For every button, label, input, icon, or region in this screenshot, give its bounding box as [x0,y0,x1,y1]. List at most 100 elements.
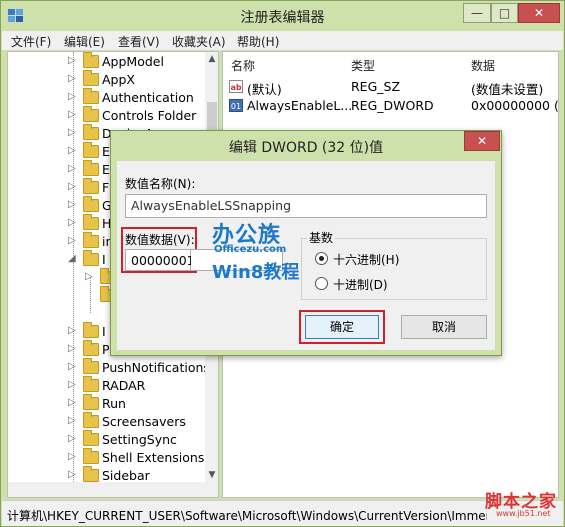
tree-item[interactable]: ▷ Screensavers [8,412,204,431]
value-row[interactable]: ab (默认) REG_SZ (数值未设置) [229,78,558,97]
menu-favorites[interactable]: 收藏夹(A) [172,33,226,50]
expand-icon[interactable]: ▷ [68,325,76,336]
scroll-down-icon[interactable]: ▼ [205,468,218,482]
column-header-data[interactable]: 数据 [471,57,495,74]
tree-item-label: Screensavers [102,414,186,429]
expand-icon[interactable]: ▷ [68,199,76,210]
tree-item-label: PushNotifications [102,360,210,375]
expand-icon[interactable]: ▷ [68,361,76,372]
tree-item[interactable]: ▷ Authentication [8,88,204,107]
value-name-label: 数值名称(N): [125,177,196,191]
cancel-button[interactable]: 取消 [401,315,487,339]
watermark-line2: Officezu.com [214,244,287,255]
site-watermark-url: www.jb51.net [496,509,551,518]
close-icon: ✕ [533,6,545,20]
menu-help[interactable]: 帮助(H) [237,33,279,50]
tree-item-label: Controls Folder [102,108,197,123]
tree-item-label: Authentication [102,90,194,105]
folder-icon [83,52,99,68]
minimize-button[interactable]: — [463,3,491,23]
expand-icon[interactable]: ▷ [68,379,76,390]
maximize-icon: □ [498,6,511,20]
expand-icon[interactable]: ▷ [68,145,76,156]
dialog-close-button[interactable]: ✕ [464,131,500,151]
dialog-title: 编辑 DWORD (32 位)值 [228,140,384,156]
expand-icon[interactable]: ▷ [68,73,76,84]
title-bar[interactable]: 注册表编辑器 — □ ✕ [1,1,564,31]
value-data: (数值未设置) [471,82,544,97]
expand-icon[interactable]: ▷ [68,217,76,228]
expand-icon[interactable]: ▷ [68,91,76,102]
folder-icon [83,394,99,410]
expand-icon[interactable]: ▷ [68,235,76,246]
expand-icon[interactable]: ▷ [68,433,76,444]
tree-item-label: P [102,342,110,357]
tree-item[interactable]: ▷ Shell Extensions [8,448,205,467]
menu-edit[interactable]: 编辑(E) [64,33,105,50]
value-data: 0x00000000 (0) [471,98,559,113]
expand-icon[interactable]: ▷ [68,109,76,120]
expand-icon[interactable]: ▷ [85,271,93,282]
hex-radio[interactable] [315,252,328,265]
value-name-field[interactable]: AlwaysEnableLSSnapping [125,194,487,218]
base-group [301,238,487,300]
officezu-watermark: 办公族 Officezu.com Win8教程 [212,217,302,287]
folder-icon [83,124,99,140]
menu-bar: 文件(F) 编辑(E) 查看(V) 收藏夹(A) 帮助(H) [2,31,563,50]
tree-item[interactable]: ▷ PushNotifications [8,358,210,377]
expand-icon[interactable]: ▷ [68,415,76,426]
maximize-button[interactable]: □ [491,3,518,23]
folder-icon [83,70,99,86]
tree-item[interactable]: ▷ Run [8,394,204,413]
tree-item-label: I [102,324,106,339]
tree-horizontal-scrollbar[interactable] [8,482,218,497]
folder-icon [83,340,99,356]
expand-icon[interactable]: ▷ [68,469,76,480]
scroll-up-icon[interactable]: ▲ [205,52,218,66]
column-header-type[interactable]: 类型 [351,57,375,74]
tree-item[interactable]: ▷ Controls Folder [8,106,204,125]
expand-icon[interactable]: ▷ [68,55,76,66]
tree-item-label: Run [102,396,126,411]
expand-icon[interactable]: ▷ [68,127,76,138]
value-type: REG_SZ [351,79,401,94]
value-data-input[interactable]: 00000001 [125,249,195,271]
dword-value-icon: 01 [229,99,243,112]
dec-radio-label[interactable]: 十进制(D) [333,276,388,293]
hex-radio-label[interactable]: 十六进制(H) [333,251,399,268]
tree-item[interactable]: ▷ SettingSync [8,430,204,449]
tree-item-label: SettingSync [102,432,177,447]
expand-icon[interactable]: ▷ [68,163,76,174]
tree-item-label: I [102,252,106,267]
folder-icon [83,232,99,248]
dec-radio[interactable] [315,277,328,290]
tree-item-label: E [102,162,110,177]
expand-icon[interactable]: ▷ [68,343,76,354]
tree-item-label: Sidebar [102,468,150,483]
folder-icon [83,88,99,104]
value-row[interactable]: 01 AlwaysEnableL... REG_DWORD 0x00000000… [229,97,559,115]
close-button[interactable]: ✕ [518,3,560,23]
tree-item[interactable]: ▷ AppModel [8,52,204,71]
folder-icon [83,412,99,428]
status-bar: 计算机\HKEY_CURRENT_USER\Software\Microsoft… [2,500,563,526]
collapse-icon[interactable]: ◢ [68,253,76,264]
tree-item-label: Shell Extensions [102,450,205,465]
string-value-icon: ab [229,80,243,93]
ok-button[interactable]: 确定 [305,315,379,339]
edit-dword-dialog: 编辑 DWORD (32 位)值 ✕ 数值名称(N): AlwaysEnable… [110,130,502,356]
folder-icon [83,376,99,392]
column-header-name[interactable]: 名称 [231,57,255,74]
folder-icon [83,142,99,158]
watermark-line3: Win8教程 [212,262,300,283]
tree-item[interactable]: ▷ RADAR [8,376,204,395]
menu-view[interactable]: 查看(V) [118,33,160,50]
tree-item-label: RADAR [102,378,146,393]
expand-icon[interactable]: ▷ [68,181,76,192]
status-path: 计算机\HKEY_CURRENT_USER\Software\Microsoft… [7,509,487,523]
value-name: (默认) [247,82,282,97]
tree-item[interactable]: ▷ AppX [8,70,204,89]
menu-file[interactable]: 文件(F) [11,33,51,50]
expand-icon[interactable]: ▷ [68,451,76,462]
expand-icon[interactable]: ▷ [68,397,76,408]
